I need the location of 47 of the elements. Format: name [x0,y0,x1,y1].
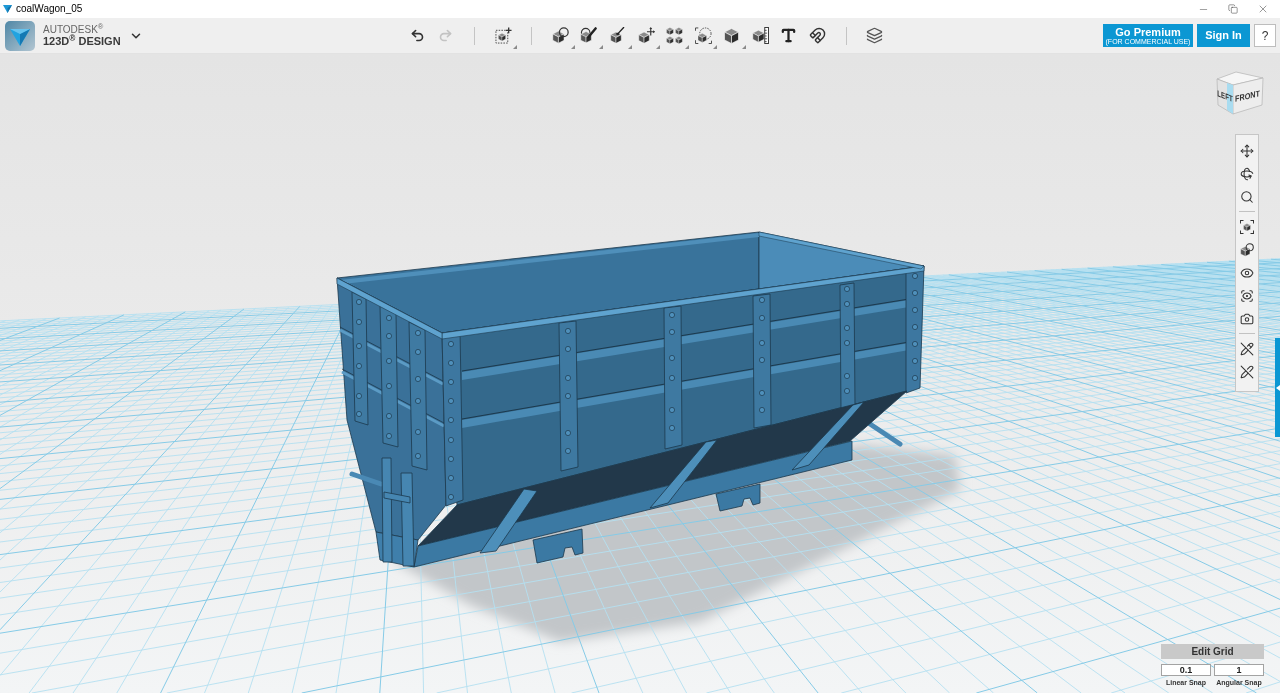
premium-label: Go Premium [1115,25,1181,38]
window-title: coalWagon_05 [16,4,83,14]
cube-circle-icon [551,27,569,44]
dropdown-marker-icon [570,44,575,49]
close-icon [1257,3,1269,15]
text-icon [780,27,798,44]
redo-icon [438,28,454,43]
dashed-cube-plus-icon [494,27,512,44]
pencil-off-icon [1240,341,1254,356]
dropdown-marker-icon [684,44,689,49]
zoom-icon [1240,189,1254,204]
snap-input[interactable]: 1 [1214,664,1264,676]
cube-ruler-icon [751,27,769,44]
dropdown-marker-icon [656,44,661,49]
brand-name: AUTODESK$^{®}$ [43,24,105,35]
cube-arrows-icon [637,27,655,44]
product-name: 123D$^{®}$ DESIGN [43,35,121,47]
snap-input[interactable]: 0.1 [1161,664,1211,676]
edit-grid-button[interactable]: Edit Grid [1161,644,1264,659]
four-cubes-icon [666,27,684,44]
dropdown-marker-icon [713,44,718,49]
cube-face-label: LEFT [1217,88,1233,105]
orbit-icon [1240,166,1254,181]
dropdown-marker-icon [742,44,747,49]
move-icon [1240,143,1254,158]
dashed-cube-icon [694,27,712,44]
layers-icon [866,27,884,44]
cube-icon [723,27,741,44]
cube-face-label: FRONT [1235,88,1260,104]
framed-cube-icon [1240,219,1254,234]
magnet-icon [809,27,827,44]
restore-icon [1228,4,1238,14]
caret-left-icon [1276,384,1280,391]
dropdown-marker-icon [513,44,518,49]
eye-icon [1240,265,1254,280]
undo-icon [409,28,425,43]
app-logo-icon [3,5,12,13]
help-button[interactable]: ? [1254,24,1276,47]
framed-eye-icon [1240,288,1254,303]
dropdown-marker-icon [627,44,632,49]
cube-pencil-icon [580,27,598,44]
cube-circle-icon [1240,242,1254,257]
pen-off-icon [1240,364,1254,379]
camera-icon [1240,311,1254,326]
cube-brush-icon [608,27,626,44]
app-logo-icon [5,20,35,51]
dropdown-marker-icon [599,44,604,49]
